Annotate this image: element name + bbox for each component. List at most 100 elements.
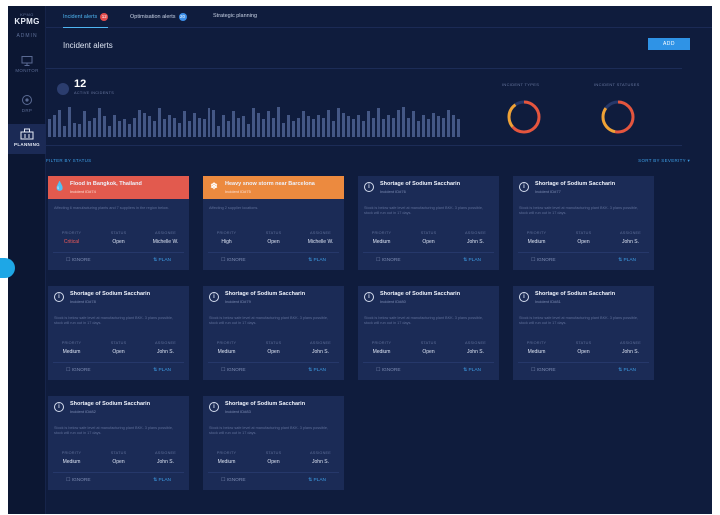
incident-bar bbox=[371, 117, 375, 137]
plan-button[interactable]: ⇅ PLAN bbox=[618, 258, 636, 263]
ignore-label: IGNORE bbox=[536, 368, 556, 373]
alert-card[interactable]: i Shortage of Sodium Saccharin Incident ID… bbox=[48, 396, 189, 490]
ignore-button[interactable]: ☐ IGNORE bbox=[531, 368, 556, 373]
incident-bar bbox=[322, 117, 326, 137]
priority-value: Medium bbox=[372, 349, 391, 355]
alert-card[interactable]: i Shortage of Sodium Saccharin Incident ID… bbox=[48, 286, 189, 380]
plan-label: PLAN bbox=[623, 258, 636, 263]
card-description: Stock is below safe level at manufacturi… bbox=[209, 316, 329, 325]
incident-bar bbox=[391, 117, 395, 137]
plan-icon: ⇅ bbox=[618, 258, 623, 263]
alert-card[interactable]: ❄ Heavy snow storm near Barcelona Incident… bbox=[203, 176, 344, 270]
card-meta: PRIORITY Medium STATUS Open ASSIGNEE John S. bbox=[513, 231, 654, 245]
alert-card[interactable]: i Shortage of Sodium Saccharin Incident ID… bbox=[358, 286, 499, 380]
tab-incident-alerts[interactable]: Incident alerts 12 bbox=[63, 13, 109, 28]
info-icon: i bbox=[519, 292, 529, 302]
info-icon: i bbox=[54, 292, 64, 302]
ignore-button[interactable]: ☐ IGNORE bbox=[221, 258, 246, 263]
incident-bar bbox=[436, 116, 440, 137]
info-icon: i bbox=[54, 402, 64, 412]
status-key: STATUS bbox=[575, 231, 592, 235]
incident-bar bbox=[282, 122, 286, 137]
app-window: KPMG KPMG ADMIN MONITOR DRP PLANNING Inc… bbox=[8, 6, 712, 514]
card-title: Shortage of Sodium Saccharin bbox=[535, 181, 616, 187]
assignee-col: ASSIGNEE John S. bbox=[607, 341, 654, 355]
status-value: Open bbox=[267, 459, 280, 465]
plan-button[interactable]: ⇅ PLAN bbox=[308, 258, 326, 263]
status-col: STATUS Open bbox=[405, 231, 452, 245]
plan-button[interactable]: ⇅ PLAN bbox=[618, 368, 636, 373]
incident-bar bbox=[122, 119, 126, 137]
ignore-button[interactable]: ☐ IGNORE bbox=[376, 258, 401, 263]
sidebar-item-planning[interactable]: PLANNING bbox=[8, 124, 46, 154]
alert-card[interactable]: i Shortage of Sodium Saccharin Incident ID… bbox=[203, 286, 344, 380]
priority-key: PRIORITY bbox=[526, 341, 547, 345]
assignee-col: ASSIGNEE John S. bbox=[142, 341, 189, 355]
incident-bar bbox=[237, 117, 241, 137]
incident-bar bbox=[197, 117, 201, 137]
sidebar-item-drp[interactable]: DRP bbox=[8, 90, 46, 120]
ignore-button[interactable]: ☐ IGNORE bbox=[376, 368, 401, 373]
incident-bar bbox=[162, 119, 166, 137]
alert-card[interactable]: i Shortage of Sodium Saccharin Incident ID… bbox=[203, 396, 344, 490]
status-col: STATUS Open bbox=[250, 341, 297, 355]
plan-button[interactable]: ⇅ PLAN bbox=[153, 258, 171, 263]
incident-bar bbox=[332, 121, 336, 137]
plan-button[interactable]: ⇅ PLAN bbox=[153, 478, 171, 483]
incident-bar bbox=[77, 124, 81, 137]
status-key: STATUS bbox=[575, 341, 592, 345]
plan-button[interactable]: ⇅ PLAN bbox=[463, 368, 481, 373]
card-description: Stock is below safe level at manufacturi… bbox=[364, 316, 484, 325]
plan-button[interactable]: ⇅ PLAN bbox=[153, 368, 171, 373]
assignee-key: ASSIGNEE bbox=[309, 231, 331, 235]
filter-by-status[interactable]: FILTER BY STATUS bbox=[46, 158, 91, 163]
sidebar: KPMG KPMG ADMIN MONITOR DRP PLANNING bbox=[8, 6, 46, 514]
logo-text: KPMG bbox=[14, 17, 40, 26]
info-icon: i bbox=[209, 292, 219, 302]
card-title: Shortage of Sodium Saccharin bbox=[70, 291, 151, 297]
incident-bar bbox=[57, 109, 61, 137]
ignore-label: IGNORE bbox=[381, 368, 401, 373]
plan-icon: ⇅ bbox=[463, 368, 468, 373]
logo[interactable]: KPMG KPMG bbox=[12, 12, 42, 26]
incident-bar-chart bbox=[46, 105, 460, 137]
ignore-button[interactable]: ☐ IGNORE bbox=[221, 478, 246, 483]
sidebar-item-monitor[interactable]: MONITOR bbox=[8, 52, 46, 82]
ignore-button[interactable]: ☐ IGNORE bbox=[531, 258, 556, 263]
alert-card[interactable]: 💧 Flood in Bangkok, Thailand Incident ID#7… bbox=[48, 176, 189, 270]
alert-card[interactable]: i Shortage of Sodium Saccharin Incident ID… bbox=[513, 176, 654, 270]
status-col: STATUS Open bbox=[405, 341, 452, 355]
info-icon: i bbox=[364, 182, 374, 192]
ignore-button[interactable]: ☐ IGNORE bbox=[66, 368, 91, 373]
incident-bar bbox=[48, 119, 51, 137]
ignore-button[interactable]: ☐ IGNORE bbox=[66, 478, 91, 483]
assignee-value: John S. bbox=[157, 459, 174, 465]
add-button[interactable]: ADD bbox=[648, 38, 690, 50]
ignore-button[interactable]: ☐ IGNORE bbox=[221, 368, 246, 373]
plan-label: PLAN bbox=[313, 368, 326, 373]
plan-button[interactable]: ⇅ PLAN bbox=[308, 368, 326, 373]
sort-by-severity[interactable]: SORT BY SEVERITY ▾ bbox=[638, 158, 690, 164]
tab-strategic-planning[interactable]: Strategic planning bbox=[213, 13, 257, 28]
status-col: STATUS Open bbox=[560, 341, 607, 355]
plan-button[interactable]: ⇅ PLAN bbox=[463, 258, 481, 263]
ignore-button[interactable]: ☐ IGNORE bbox=[66, 258, 91, 263]
status-value: Open bbox=[267, 349, 280, 355]
active-count: 12 bbox=[74, 78, 87, 90]
plan-button[interactable]: ⇅ PLAN bbox=[308, 478, 326, 483]
ignore-icon: ☐ bbox=[376, 258, 381, 263]
sidebar-item-label: DRP bbox=[21, 108, 33, 113]
status-col: STATUS Open bbox=[560, 231, 607, 245]
ignore-label: IGNORE bbox=[71, 368, 91, 373]
tab-optimisation-alerts[interactable]: Optimisation alerts 20 bbox=[130, 13, 187, 28]
incident-bar bbox=[451, 114, 455, 137]
card-subtitle: Incident ID#76 bbox=[380, 189, 406, 194]
card-title: Shortage of Sodium Saccharin bbox=[225, 291, 306, 297]
card-meta: PRIORITY Medium STATUS Open ASSIGNEE John S. bbox=[203, 341, 344, 355]
priority-key: PRIORITY bbox=[371, 341, 392, 345]
page-title: Incident alerts bbox=[63, 41, 113, 50]
alert-card[interactable]: i Shortage of Sodium Saccharin Incident ID… bbox=[513, 286, 654, 380]
tab-count-badge: 12 bbox=[100, 13, 109, 21]
alert-card[interactable]: i Shortage of Sodium Saccharin Incident ID… bbox=[358, 176, 499, 270]
status-value: Open bbox=[112, 459, 125, 465]
